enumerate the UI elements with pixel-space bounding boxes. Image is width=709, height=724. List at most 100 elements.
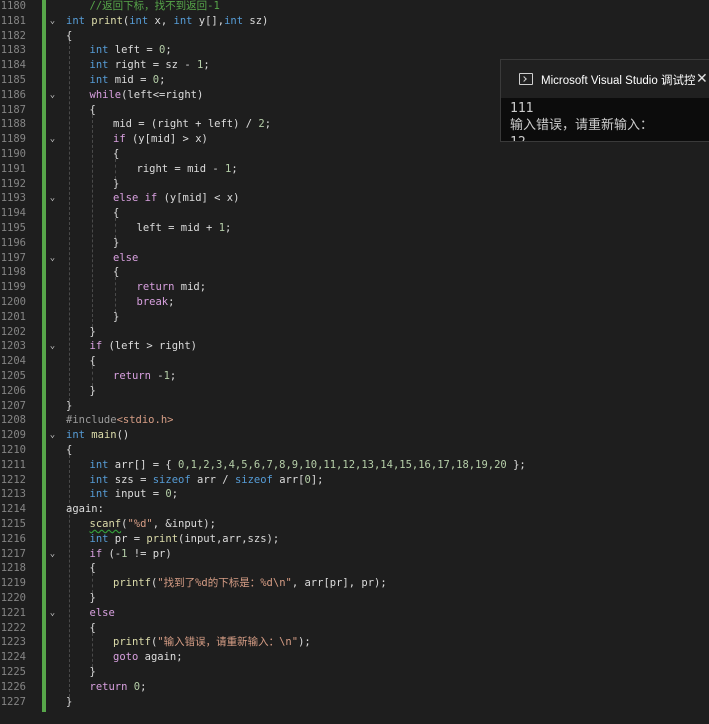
code-line[interactable]: 1220} xyxy=(0,591,709,606)
code-text[interactable]: { xyxy=(90,561,96,576)
code-line[interactable]: 1212 int szs = sizeof arr / sizeof arr[0]… xyxy=(0,473,709,488)
code-text[interactable]: #include<stdio.h> xyxy=(66,413,173,428)
code-line[interactable]: 1201} xyxy=(0,310,709,325)
code-text[interactable]: while(left<=right) xyxy=(90,88,204,103)
fold-chevron-icon[interactable]: ⌄ xyxy=(47,16,58,27)
code-text[interactable]: } xyxy=(66,695,72,710)
code-line[interactable]: 1209 ⌄ int main() xyxy=(0,428,709,443)
fold-chevron-icon[interactable]: ⌄ xyxy=(47,549,58,560)
code-text[interactable]: right = mid - 1; xyxy=(137,162,238,177)
code-text[interactable]: } xyxy=(90,384,96,399)
code-line[interactable]: 1181 ⌄ int print(int x, int y[],int sz) xyxy=(0,14,709,29)
code-text[interactable]: { xyxy=(113,265,119,280)
console-output[interactable]: 111 输入错误，请重新输入：12 xyxy=(510,100,709,141)
code-line[interactable]: 1226 return 0; xyxy=(0,680,709,695)
code-text[interactable]: left = mid + 1; xyxy=(137,221,232,236)
code-line[interactable]: 1219 printf("找到了%d的下标是：%d\n", arr[pr], pr… xyxy=(0,576,709,591)
code-text[interactable]: int mid = 0; xyxy=(90,73,166,88)
code-line[interactable]: 1204 { xyxy=(0,354,709,369)
code-line[interactable]: 1210 { xyxy=(0,443,709,458)
code-line[interactable]: 1192} xyxy=(0,177,709,192)
code-text[interactable]: } xyxy=(113,236,119,251)
code-text[interactable]: return 0; xyxy=(90,680,147,695)
code-text[interactable]: //返回下标，找不到返回-1 xyxy=(90,0,220,14)
code-line[interactable]: 1215 scanf("%d", &input); xyxy=(0,517,709,532)
code-text[interactable]: else xyxy=(90,606,115,621)
fold-chevron-icon[interactable]: ⌄ xyxy=(47,430,58,441)
code-line[interactable]: 1211 int arr[] = { 0,1,2,3,4,5,6,7,8,9,10… xyxy=(0,458,709,473)
code-text[interactable]: { xyxy=(90,621,96,636)
code-text[interactable]: { xyxy=(66,443,72,458)
code-line[interactable]: 1203 ⌄ if (left > right) xyxy=(0,339,709,354)
code-text[interactable]: goto again; xyxy=(113,650,183,665)
code-line[interactable]: 1208 #include<stdio.h> xyxy=(0,413,709,428)
code-line[interactable]: 1214 again: xyxy=(0,502,709,517)
code-text[interactable]: if (-1 != pr) xyxy=(90,547,172,562)
code-line[interactable]: 1227} xyxy=(0,695,709,710)
code-text[interactable]: { xyxy=(113,206,119,221)
code-line[interactable]: 1190 { xyxy=(0,147,709,162)
code-text[interactable]: return mid; xyxy=(137,280,207,295)
close-icon[interactable]: ✕ xyxy=(696,70,708,87)
code-line[interactable]: 1213 int input = 0; xyxy=(0,487,709,502)
code-text[interactable]: int right = sz - 1; xyxy=(90,58,210,73)
code-line[interactable]: 1221 ⌄ else xyxy=(0,606,709,621)
code-line[interactable]: 1196} xyxy=(0,236,709,251)
fold-chevron-icon[interactable]: ⌄ xyxy=(47,341,58,352)
code-line[interactable]: 1205 return -1; xyxy=(0,369,709,384)
code-line[interactable]: 1206} xyxy=(0,384,709,399)
code-text[interactable]: int input = 0; xyxy=(90,487,179,502)
code-line[interactable]: 1199 return mid; xyxy=(0,280,709,295)
code-line[interactable]: 1222 { xyxy=(0,621,709,636)
code-line[interactable]: 1216 int pr = print(input,arr,szs); xyxy=(0,532,709,547)
code-line[interactable]: 1195 left = mid + 1; xyxy=(0,221,709,236)
code-line[interactable]: 1225} xyxy=(0,665,709,680)
code-text[interactable]: { xyxy=(66,29,72,44)
fold-chevron-icon[interactable]: ⌄ xyxy=(47,193,58,204)
code-text[interactable]: } xyxy=(90,325,96,340)
code-text[interactable]: { xyxy=(90,103,96,118)
code-text[interactable]: again: xyxy=(66,502,104,517)
code-line[interactable]: 1197 ⌄ else xyxy=(0,251,709,266)
code-text[interactable]: int pr = print(input,arr,szs); xyxy=(90,532,280,547)
code-line[interactable]: 1193 ⌄ else if (y[mid] < x) xyxy=(0,191,709,206)
code-line[interactable]: 1218 { xyxy=(0,561,709,576)
code-text[interactable]: int arr[] = { 0,1,2,3,4,5,6,7,8,9,10,11,… xyxy=(90,458,526,473)
code-text[interactable]: int left = 0; xyxy=(90,43,172,58)
code-line[interactable]: 1198 { xyxy=(0,265,709,280)
code-text[interactable]: } xyxy=(90,665,96,680)
code-text[interactable]: if (y[mid] > x) xyxy=(113,132,208,147)
code-line[interactable]: 1182 { xyxy=(0,29,709,44)
code-text[interactable]: printf("输入错误，请重新输入：\n"); xyxy=(113,635,311,650)
code-text[interactable]: mid = (right + left) / 2; xyxy=(113,117,271,132)
code-line[interactable]: 1194 { xyxy=(0,206,709,221)
code-text[interactable]: } xyxy=(90,591,96,606)
code-text[interactable]: else xyxy=(113,251,138,266)
code-text[interactable]: printf("找到了%d的下标是：%d\n", arr[pr], pr); xyxy=(113,576,387,591)
code-text[interactable]: int szs = sizeof arr / sizeof arr[0]; xyxy=(90,473,324,488)
code-text[interactable]: if (left > right) xyxy=(90,339,197,354)
console-title-bar[interactable]: Microsoft Visual Studio 调试控 ✕ xyxy=(501,60,709,98)
code-text[interactable]: int print(int x, int y[],int sz) xyxy=(66,14,268,29)
code-text[interactable]: scanf("%d", &input); xyxy=(90,517,216,532)
fold-chevron-icon[interactable]: ⌄ xyxy=(47,90,58,101)
code-line[interactable]: 1207} xyxy=(0,399,709,414)
fold-chevron-icon[interactable]: ⌄ xyxy=(47,608,58,619)
code-text[interactable]: } xyxy=(66,399,72,414)
fold-chevron-icon[interactable]: ⌄ xyxy=(47,253,58,264)
code-text[interactable]: return -1; xyxy=(113,369,176,384)
code-line[interactable]: 1200 break; xyxy=(0,295,709,310)
code-line[interactable]: 1202} xyxy=(0,325,709,340)
debug-console-window[interactable]: Microsoft Visual Studio 调试控 ✕ 111 输入错误，请重… xyxy=(500,59,709,142)
code-text[interactable]: { xyxy=(113,147,119,162)
code-text[interactable]: int main() xyxy=(66,428,129,443)
code-text[interactable]: break; xyxy=(137,295,175,310)
code-line[interactable]: 1217 ⌄ if (-1 != pr) xyxy=(0,547,709,562)
code-line[interactable]: 1223 printf("输入错误，请重新输入：\n"); xyxy=(0,635,709,650)
code-line[interactable]: 1183 int left = 0; xyxy=(0,43,709,58)
code-text[interactable]: } xyxy=(113,310,119,325)
code-text[interactable]: { xyxy=(90,354,96,369)
code-line[interactable]: 1224 goto again; xyxy=(0,650,709,665)
code-line[interactable]: 1180 //返回下标，找不到返回-1 xyxy=(0,0,709,14)
code-text[interactable]: } xyxy=(113,177,119,192)
